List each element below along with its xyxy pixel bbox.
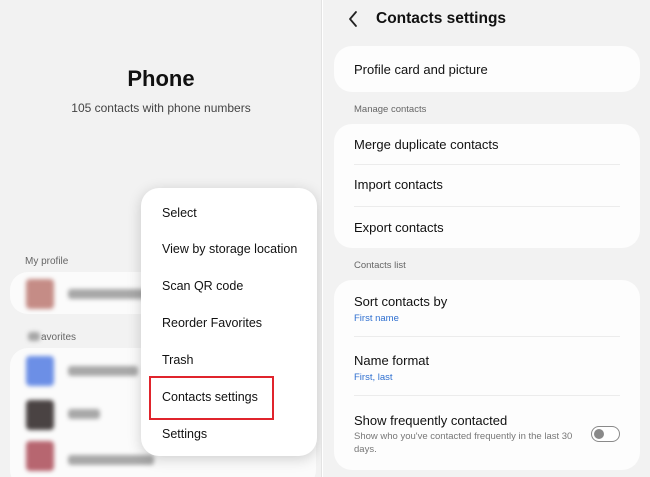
divider	[354, 164, 620, 165]
menu-item-scan-qr[interactable]: Scan QR code	[162, 279, 243, 293]
sort-contacts-label[interactable]: Sort contacts by	[354, 294, 447, 309]
menu-item-trash[interactable]: Trash	[162, 353, 194, 367]
avatar[interactable]	[26, 441, 54, 471]
overflow-menu: Select View by storage location Scan QR …	[141, 188, 317, 456]
contacts-count: 105 contacts with phone numbers	[71, 101, 251, 115]
page-title: Phone	[127, 66, 195, 91]
avatar	[26, 279, 54, 309]
profile-card-label: Profile card and picture	[354, 62, 488, 77]
import-contacts-item[interactable]: Import contacts	[354, 177, 443, 192]
frequently-contacted-label[interactable]: Show frequently contacted	[354, 413, 507, 428]
contacts-settings-panel: Contacts settings Profile card and pictu…	[323, 0, 650, 477]
avatar[interactable]	[26, 400, 54, 430]
blurred-text	[28, 332, 40, 341]
toggle-knob	[594, 428, 604, 439]
manage-contacts-card: Merge duplicate contacts Import contacts…	[334, 124, 640, 248]
menu-item-settings[interactable]: Settings	[162, 427, 207, 441]
merge-duplicates-item[interactable]: Merge duplicate contacts	[354, 137, 499, 152]
contacts-list-card: Sort contacts by First name Name format …	[334, 280, 640, 470]
blurred-name	[68, 409, 100, 419]
blurred-name	[68, 366, 138, 376]
frequently-contacted-description: Show who you've contacted frequently in …	[354, 431, 573, 455]
divider	[354, 206, 620, 207]
avatar[interactable]	[26, 356, 54, 386]
menu-item-reorder-favorites[interactable]: Reorder Favorites	[162, 316, 262, 330]
divider	[354, 336, 620, 337]
manage-contacts-header: Manage contacts	[354, 104, 427, 115]
menu-item-contacts-settings[interactable]: Contacts settings	[162, 390, 258, 404]
divider	[354, 395, 620, 396]
menu-item-select[interactable]: Select	[162, 206, 197, 220]
frequently-contacted-toggle[interactable]	[591, 426, 620, 442]
settings-title: Contacts settings	[376, 10, 507, 27]
blurred-name	[68, 289, 146, 299]
my-profile-label: My profile	[25, 256, 69, 267]
sort-contacts-value: First name	[354, 313, 399, 324]
back-arrow-icon[interactable]	[343, 8, 365, 30]
name-format-value: First, last	[354, 372, 393, 383]
profile-card-row[interactable]: Profile card and picture	[334, 46, 640, 92]
favorites-label: avorites	[41, 332, 77, 343]
blurred-name	[68, 455, 154, 465]
contacts-list-header: Contacts list	[354, 260, 406, 271]
export-contacts-item[interactable]: Export contacts	[354, 220, 444, 235]
phone-panel: Phone 105 contacts with phone numbers My…	[0, 0, 322, 477]
name-format-label[interactable]: Name format	[354, 353, 429, 368]
menu-item-view-by-storage[interactable]: View by storage location	[162, 242, 297, 256]
